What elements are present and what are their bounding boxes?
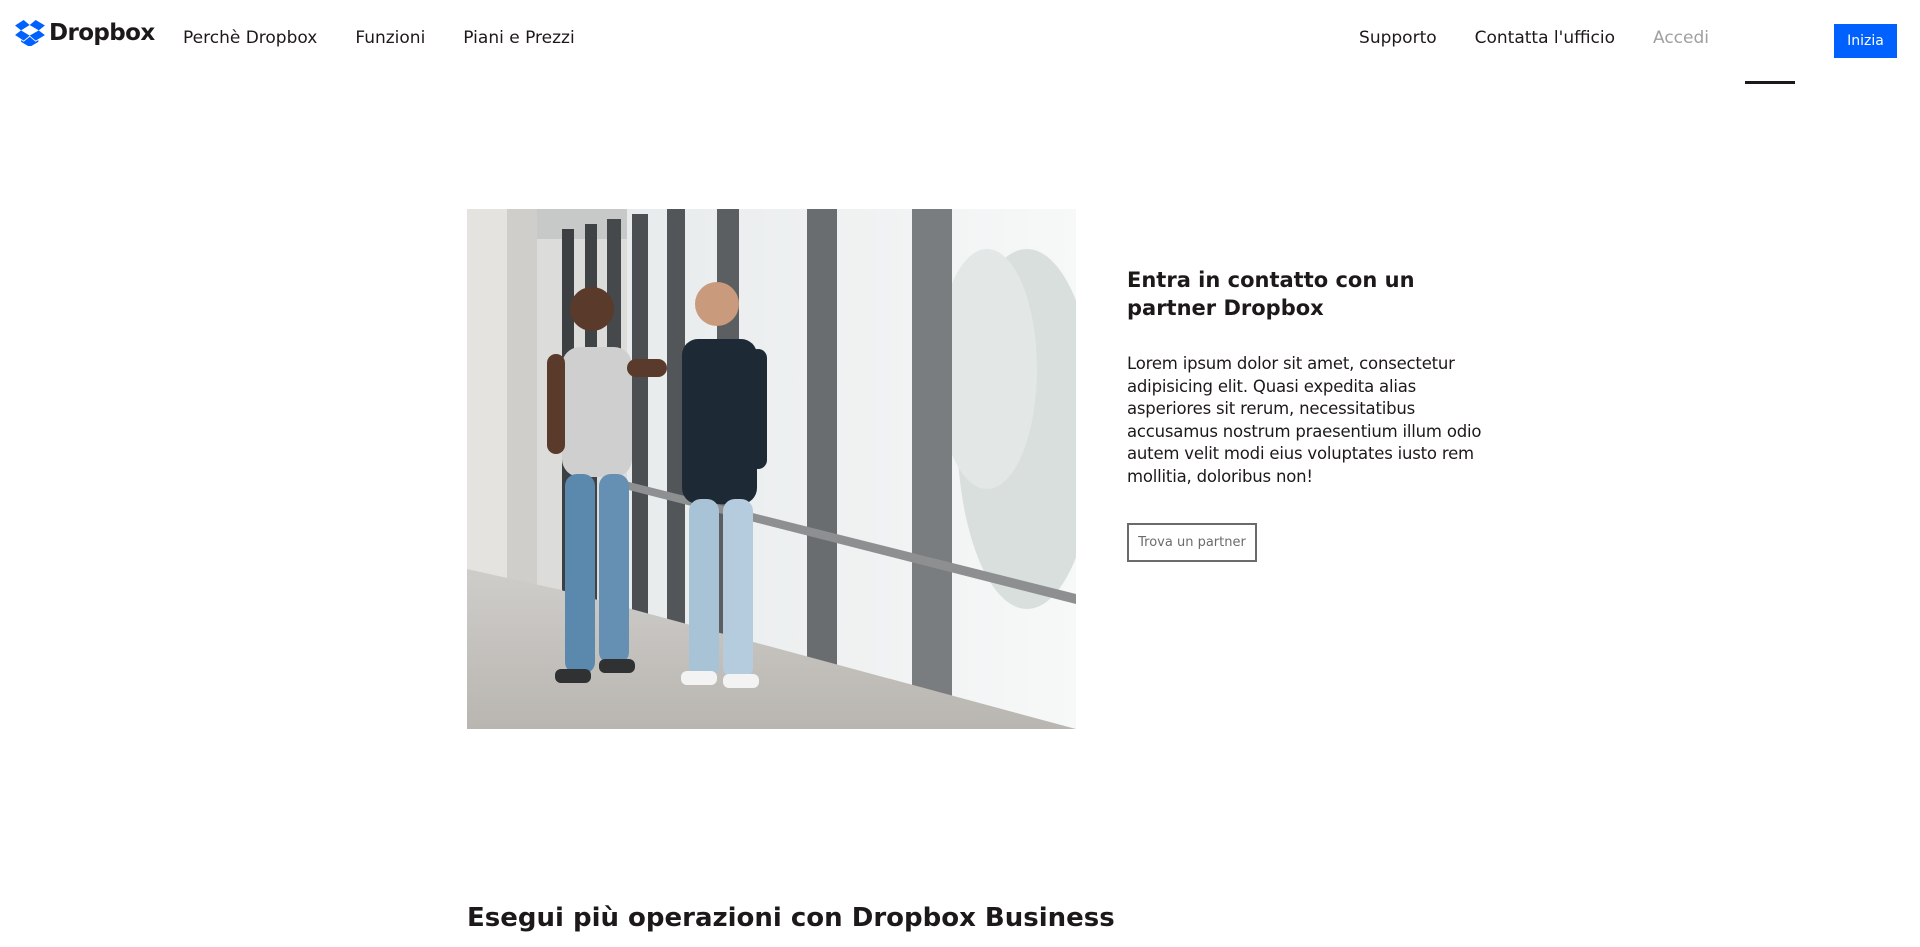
nav-link-plans-pricing[interactable]: Piani e Prezzi [463,28,574,48]
dropbox-logo-link[interactable]: Dropbox [15,20,155,46]
page: Dropbox Perchè Dropbox Funzioni Piani e … [0,0,1920,947]
partner-description: Lorem ipsum dolor sit amet, consectetur … [1127,354,1482,486]
business-section-heading: Esegui più operazioni con Dropbox Busine… [467,903,1115,933]
partner-section: Entra in contatto con un partner Dropbox… [1127,266,1492,562]
partner-photo [467,209,1076,729]
two-men-walking-image [467,209,1076,729]
nav-link-features[interactable]: Funzioni [355,28,425,48]
secondary-nav: Supporto Contatta l'ufficio Accedi [1359,28,1709,54]
partner-title: Entra in contatto con un partner Dropbox [1127,268,1415,320]
find-partner-button[interactable]: Trova un partner [1127,523,1257,562]
primary-nav: Perchè Dropbox Funzioni Piani e Prezzi [183,28,575,48]
nav-link-signin[interactable]: Accedi [1653,28,1709,54]
brand-name: Dropbox [49,20,155,46]
nav-link-contact-sales[interactable]: Contatta l'ufficio [1475,28,1615,54]
start-button[interactable]: Inizia [1834,24,1897,58]
dropbox-logo-icon [15,20,45,46]
nav-link-why-dropbox[interactable]: Perchè Dropbox [183,28,317,48]
site-header: Dropbox Perchè Dropbox Funzioni Piani e … [0,0,1920,84]
nav-link-support[interactable]: Supporto [1359,28,1437,54]
signin-active-underline [1745,81,1795,84]
